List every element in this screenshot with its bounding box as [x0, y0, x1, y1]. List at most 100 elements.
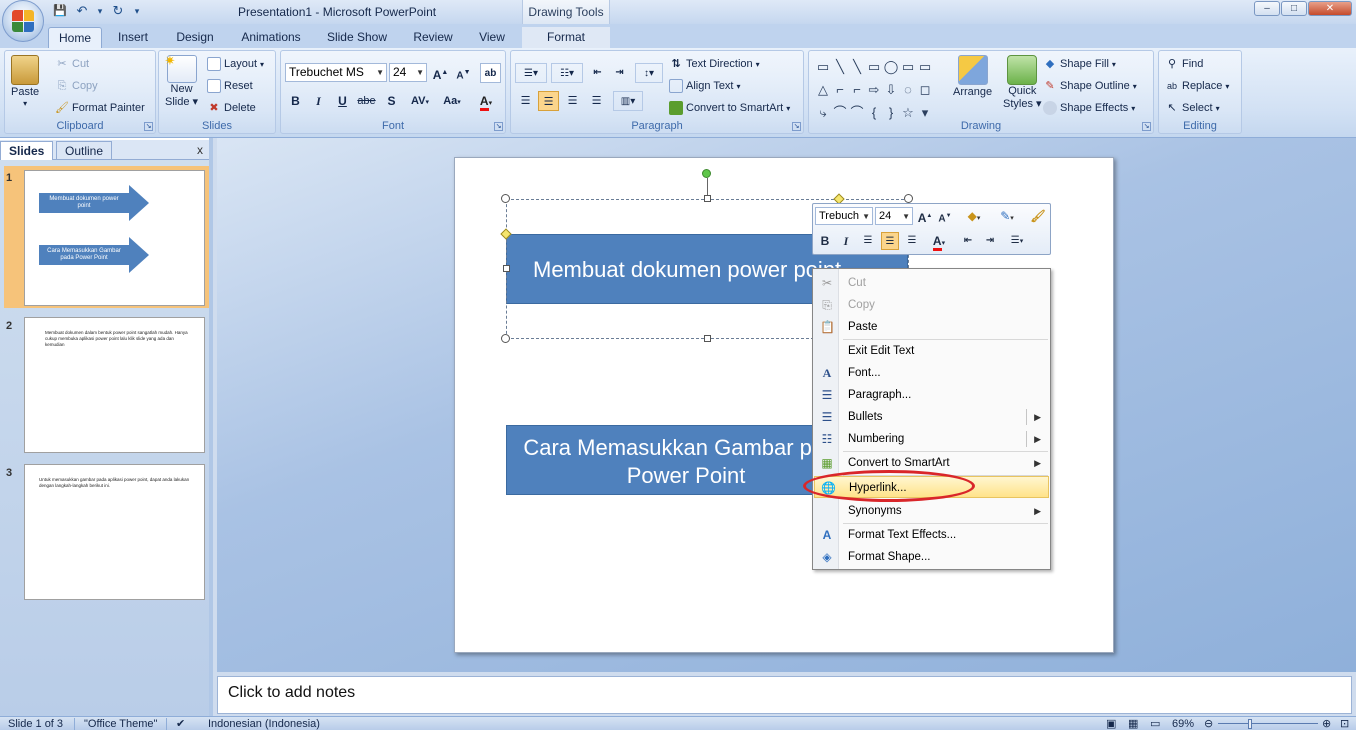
slide-thumbnail-2[interactable]: Membuat dokumen dalam bentuk power point… — [24, 317, 205, 453]
zoom-out-icon[interactable]: ⊖ — [1204, 717, 1213, 730]
slide-thumbnail-1[interactable]: Membuat dokumen power point Cara Memasuk… — [24, 170, 205, 306]
rotation-handle[interactable] — [702, 169, 711, 178]
convert-smartart-button[interactable]: Convert to SmartArt ▾ — [669, 101, 790, 115]
shapes-gallery[interactable]: ▭ ╲ ╲ ▭ ◯ ▭ ▭ △ ⌐ ⌐ ⇨ ⇩ ◌ ◻ ⤷ ⌒ ⌒{} ☆ ▾ — [815, 57, 937, 125]
shape-fill-button[interactable]: ◆ Shape Fill ▾ — [1043, 57, 1116, 71]
tab-home[interactable]: Home — [48, 27, 102, 48]
shape-gallery-item[interactable]: ⇩ — [883, 80, 899, 102]
align-center-button[interactable]: ☰ — [538, 91, 559, 111]
tab-design[interactable]: Design — [170, 27, 220, 48]
mini-align-left-button[interactable]: ☰ — [859, 232, 877, 250]
shape-gallery-item[interactable]: ▭ — [900, 57, 916, 79]
quick-styles-button[interactable]: Quick Styles ▾ — [1003, 55, 1042, 110]
mini-font-combo[interactable]: Trebuch ▼ — [815, 207, 873, 225]
notes-pane[interactable]: Click to add notes — [217, 676, 1352, 714]
shape-gallery-item[interactable]: △ — [815, 80, 831, 102]
cut-button[interactable]: ✂ Cut — [55, 57, 89, 71]
format-painter-button[interactable]: 🖌 Format Painter — [55, 101, 145, 115]
font-name-combo[interactable]: Trebuchet MS ▼ — [285, 63, 387, 82]
mini-bold-button[interactable]: B — [816, 232, 834, 250]
justify-button[interactable]: ☰ — [586, 91, 607, 111]
mini-size-combo[interactable]: 24 ▼ — [875, 207, 913, 225]
resize-handle-b[interactable] — [704, 335, 711, 342]
minimize-button[interactable]: – — [1254, 1, 1280, 16]
mini-shrink-font-button[interactable]: A▼ — [936, 207, 954, 225]
grow-font-button[interactable]: A▲ — [430, 63, 451, 83]
shape-gallery-item[interactable]: ⌐ — [832, 80, 848, 102]
zoom-in-icon[interactable]: ⊕ — [1322, 717, 1331, 730]
shape-gallery-item[interactable]: ╲ — [832, 57, 848, 79]
shape-gallery-item[interactable]: ▭ — [815, 57, 831, 79]
language[interactable]: Indonesian (Indonesia) — [208, 717, 320, 730]
resize-handle-tr[interactable] — [904, 194, 913, 203]
drawing-launcher-icon[interactable]: ↘ — [1142, 122, 1151, 131]
underline-button[interactable]: U — [332, 91, 353, 111]
tab-outline[interactable]: Outline — [56, 141, 113, 160]
menu-item-exit-edit-text[interactable]: Exit Edit Text — [814, 340, 1049, 362]
align-right-button[interactable]: ☰ — [562, 91, 583, 111]
spellcheck-icon[interactable]: ✔ — [176, 717, 185, 730]
layout-button[interactable]: Layout ▾ — [207, 57, 264, 71]
text-shadow-button[interactable]: S — [381, 91, 402, 111]
shape-gallery-item[interactable]: ▭ — [866, 57, 882, 79]
menu-item-format-text-effects[interactable]: A Format Text Effects... — [814, 524, 1049, 546]
undo-icon[interactable]: ↶ — [74, 3, 90, 19]
mini-align-right-button[interactable]: ☰ — [903, 232, 921, 250]
bold-button[interactable]: B — [285, 91, 306, 111]
font-size-combo[interactable]: 24 ▼ — [389, 63, 427, 82]
office-button[interactable] — [2, 0, 44, 42]
tab-format[interactable]: Format — [522, 27, 610, 48]
align-left-button[interactable]: ☰ — [515, 91, 536, 111]
tab-insert[interactable]: Insert — [110, 27, 156, 48]
mini-decrease-indent-button[interactable]: ⇤ — [959, 232, 977, 250]
tab-slide-show[interactable]: Slide Show — [322, 27, 392, 48]
tab-view[interactable]: View — [472, 27, 512, 48]
delete-slide-button[interactable]: ✖ Delete — [207, 101, 255, 115]
mini-grow-font-button[interactable]: A▲ — [916, 207, 934, 225]
bullets-button[interactable]: ☰▾ — [515, 63, 547, 83]
close-button[interactable]: ✕ — [1308, 1, 1352, 16]
mini-increase-indent-button[interactable]: ⇥ — [981, 232, 999, 250]
italic-button[interactable]: I — [308, 91, 329, 111]
tab-animations[interactable]: Animations — [236, 27, 306, 48]
zoom-level[interactable]: 69% — [1172, 717, 1194, 730]
mini-italic-button[interactable]: I — [837, 232, 855, 250]
menu-item-numbering[interactable]: ☷ Numbering ▶ — [814, 428, 1049, 450]
mini-line-color-button[interactable]: ✎▾ — [993, 207, 1021, 225]
shape-gallery-item[interactable]: ◯ — [883, 57, 899, 79]
clipboard-launcher-icon[interactable]: ↘ — [144, 122, 153, 131]
resize-handle-l[interactable] — [503, 265, 510, 272]
increase-indent-button[interactable]: ⇥ — [609, 63, 630, 83]
zoom-slider-thumb[interactable] — [1248, 719, 1252, 729]
reset-button[interactable]: Reset — [207, 79, 253, 93]
mini-font-color-button[interactable]: A▾ — [925, 232, 953, 251]
change-case-button[interactable]: Aa▾ — [437, 91, 467, 111]
maximize-button[interactable]: □ — [1281, 1, 1307, 16]
paragraph-launcher-icon[interactable]: ↘ — [792, 122, 801, 131]
redo-icon[interactable]: ↻ — [110, 3, 126, 19]
copy-button[interactable]: ⎘ Copy — [55, 79, 98, 93]
columns-button[interactable]: ▥▾ — [613, 91, 643, 111]
replace-button[interactable]: ab Replace ▾ — [1165, 79, 1229, 93]
shape-effects-button[interactable]: Shape Effects ▾ — [1043, 101, 1135, 115]
tab-slides[interactable]: Slides — [0, 141, 54, 160]
fit-to-window-icon[interactable]: ⊡ — [1340, 717, 1349, 730]
resize-handle-tl[interactable] — [501, 194, 510, 203]
menu-item-format-shape[interactable]: ◈ Format Shape... — [814, 546, 1049, 568]
undo-dropdown-icon[interactable]: ▾ — [96, 3, 104, 19]
menu-item-cut[interactable]: ✂ Cut — [814, 272, 1049, 294]
shape-gallery-item[interactable]: ⌐ — [849, 80, 865, 102]
find-button[interactable]: ⚲ Find — [1165, 57, 1203, 71]
paste-button[interactable]: Paste ▾ — [11, 55, 39, 108]
resize-handle-bl[interactable] — [501, 334, 510, 343]
character-spacing-button[interactable]: AV▾ — [405, 91, 435, 111]
text-direction-button[interactable]: ⇅ Text Direction ▾ — [669, 57, 759, 71]
resize-handle-t[interactable] — [704, 195, 711, 202]
select-button[interactable]: ↖ Select ▾ — [1165, 101, 1219, 115]
mini-bullets-button[interactable]: ☰▾ — [1003, 232, 1031, 250]
shape-outline-button[interactable]: ✎ Shape Outline ▾ — [1043, 79, 1136, 93]
menu-item-copy[interactable]: ⎘ Copy — [814, 294, 1049, 316]
clear-formatting-button[interactable]: ab — [480, 63, 501, 83]
tab-review[interactable]: Review — [408, 27, 458, 48]
new-slide-button[interactable]: ✷ New Slide ▾ — [165, 53, 199, 108]
